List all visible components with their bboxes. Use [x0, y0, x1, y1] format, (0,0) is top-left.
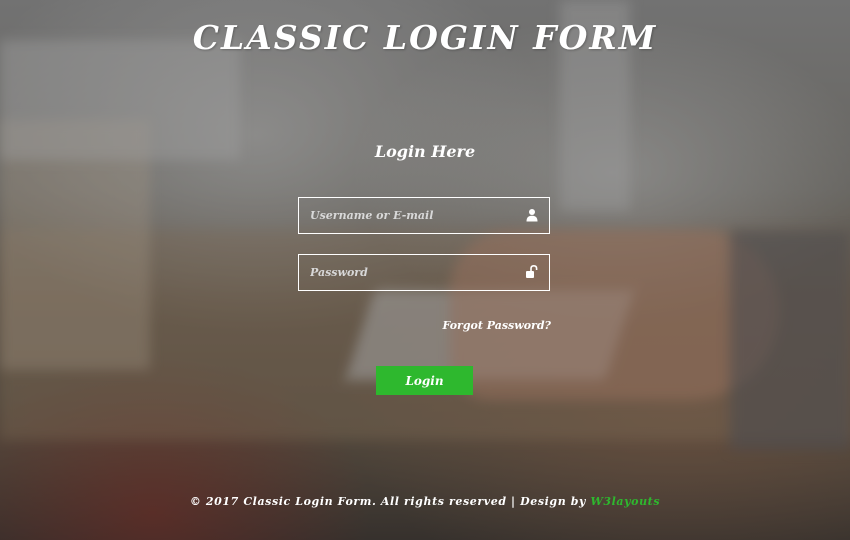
footer-text: © 2017 Classic Login Form. All rights re… [189, 495, 591, 508]
footer: © 2017 Classic Login Form. All rights re… [0, 495, 850, 508]
page-title: CLASSIC LOGIN FORM [192, 18, 658, 57]
login-page: CLASSIC LOGIN FORM Login Here Forgot Pas… [0, 0, 850, 540]
user-icon [526, 209, 538, 222]
form-heading: Login Here [374, 142, 476, 161]
unlock-icon [526, 265, 538, 278]
forgot-password-link[interactable]: Forgot Password? [400, 319, 551, 332]
password-field[interactable] [298, 254, 550, 291]
login-button[interactable]: Login [376, 366, 473, 395]
password-input[interactable] [299, 255, 509, 290]
username-field[interactable] [298, 197, 550, 234]
footer-link[interactable]: W3layouts [590, 495, 660, 508]
username-input[interactable] [299, 198, 509, 233]
